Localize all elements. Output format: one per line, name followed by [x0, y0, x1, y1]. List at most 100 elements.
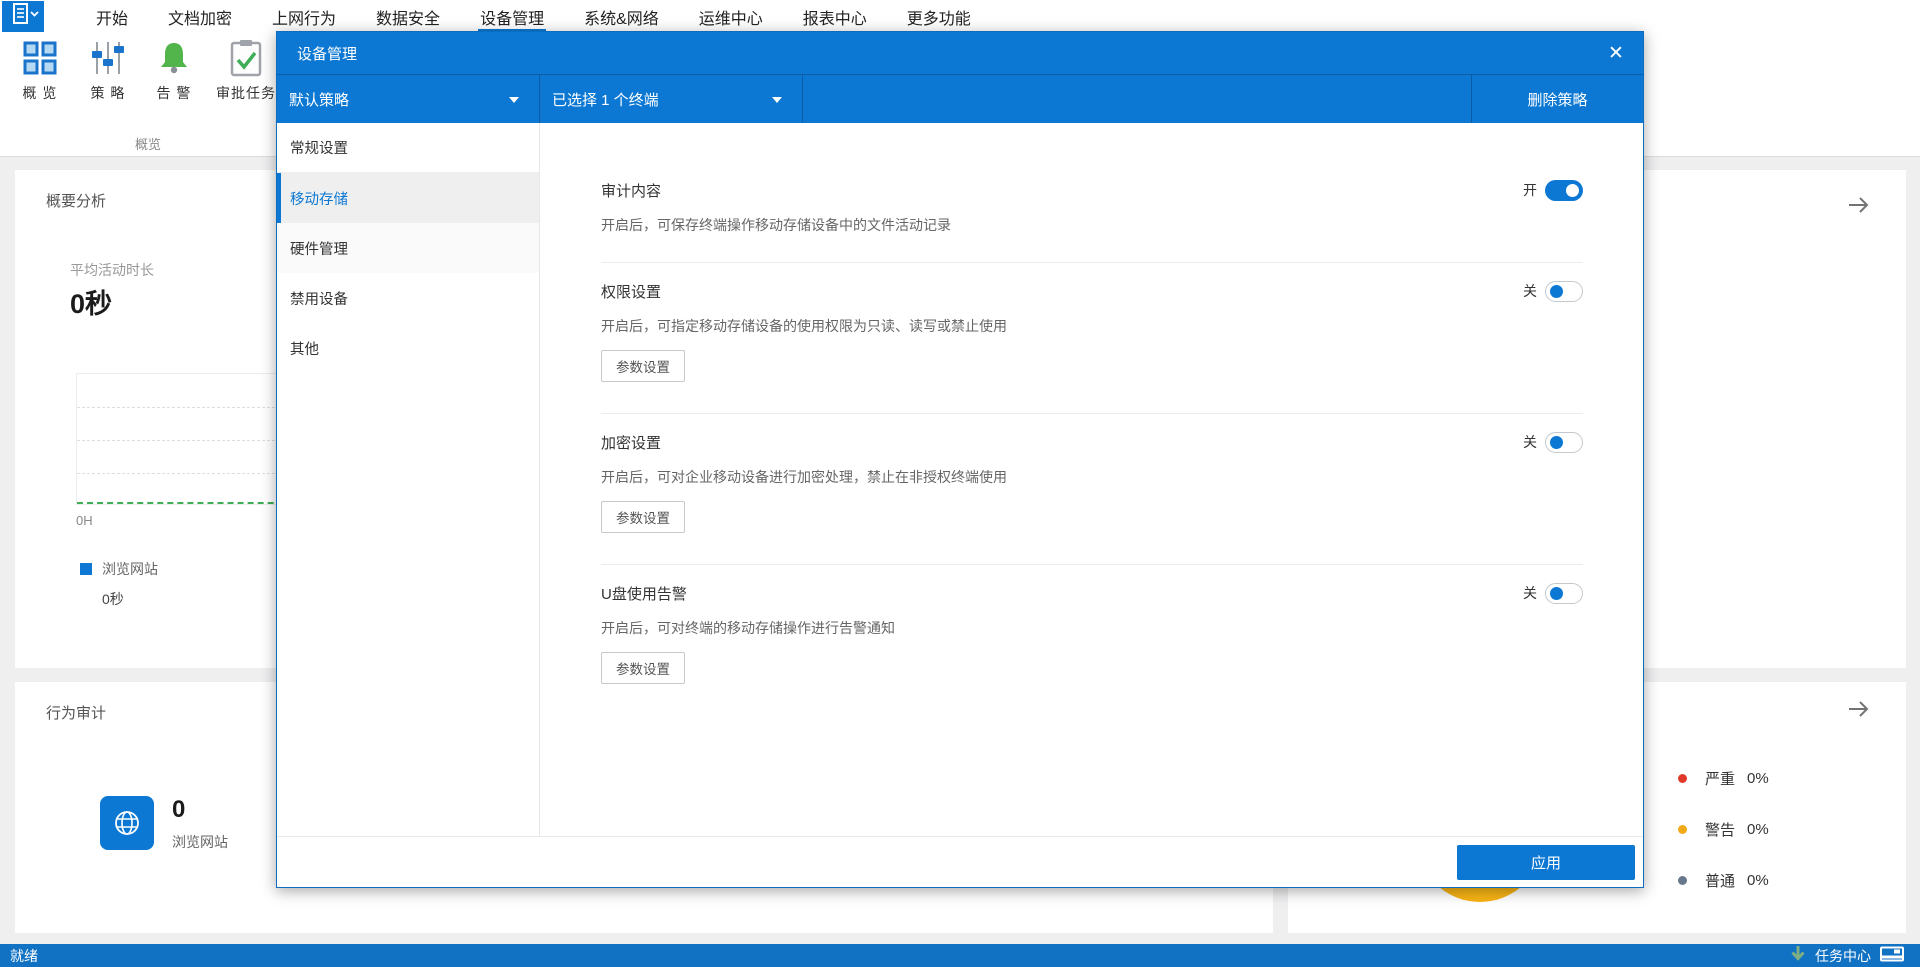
delete-policy-button[interactable]: 删除策略	[1471, 75, 1643, 123]
chevron-down-icon	[772, 97, 782, 103]
app-menu-button[interactable]	[2, 1, 44, 32]
toggle-state-label-audit-content: 开	[1523, 182, 1537, 198]
chevron-down-icon	[509, 97, 519, 103]
dialog-footer: 应用	[277, 836, 1643, 887]
policy-dropdown[interactable]: 默认策略	[277, 75, 540, 123]
tool-policy[interactable]: 策 略	[74, 39, 142, 103]
menu-item-web-behavior[interactable]: 上网行为	[272, 0, 336, 34]
menu-item-data-security[interactable]: 数据安全	[376, 0, 440, 34]
section-title-audit-content: 审计内容	[601, 182, 662, 200]
toggle-state-label-permission-settings: 关	[1523, 283, 1537, 299]
audit-content-toggle[interactable]	[1545, 179, 1583, 201]
statusbar: 就绪 任务中心	[0, 944, 1920, 967]
usb-usage-alert-param-settings-button[interactable]: 参数设置	[601, 652, 685, 684]
tool-label-alert: 告 警	[156, 85, 192, 101]
legend-swatch-browse	[80, 563, 92, 575]
device-management-dialog: 设备管理 ✕ 默认策略 已选择 1 个终端 删除策略 常规设置 移动存储 硬件管理禁…	[276, 31, 1644, 888]
task-center-button[interactable]: 任务中心	[1790, 945, 1920, 966]
section-head-encryption-settings: 加密设置 关	[601, 431, 1583, 453]
grid-icon	[6, 39, 74, 77]
arrow-right-icon[interactable]	[1846, 192, 1872, 223]
toggle-group-encryption-settings: 关	[1523, 431, 1583, 453]
level-value-warning: 0%	[1747, 820, 1769, 838]
menubar-items: 开始 文档加密 上网行为 数据安全 设备管理 系统&网络 运维中心 报表中心 更多功能	[44, 0, 991, 34]
menu-item-system-network[interactable]: 系统&网络	[584, 0, 659, 34]
level-dot-normal	[1678, 875, 1687, 885]
ribbon-group-label: 概览	[134, 137, 161, 152]
toggle-knob	[1550, 435, 1563, 449]
section-head-audit-content: 审计内容 开	[601, 179, 1583, 201]
nav-item-general-settings[interactable]: 常规设置	[277, 123, 539, 173]
apply-button[interactable]: 应用	[1457, 845, 1635, 880]
level-dot-critical	[1678, 773, 1687, 783]
close-icon[interactable]: ✕	[1603, 40, 1629, 66]
menu-item-more-features[interactable]: 更多功能	[907, 0, 971, 34]
encryption-settings-param-settings-button[interactable]: 参数设置	[601, 501, 685, 533]
summary-card-title: 概要分析	[46, 193, 107, 210]
menu-item-device-management[interactable]: 设备管理	[478, 0, 547, 34]
app-logo-icon	[6, 1, 40, 32]
menu-item-start[interactable]: 开始	[96, 0, 128, 34]
tool-overview[interactable]: 概 览	[6, 39, 74, 103]
nav-item-disabled-devices[interactable]: 禁用设备	[277, 273, 539, 323]
section-encryption-settings: 加密设置 关开启后，可对企业移动设备进行加密处理，禁止在非授权终端使用 参数设置	[601, 414, 1583, 565]
usb-usage-alert-toggle[interactable]	[1545, 582, 1583, 604]
tool-approval[interactable]: 审批任务	[212, 39, 280, 103]
dialog-titlebar: 设备管理 ✕	[277, 32, 1643, 74]
section-audit-content: 审计内容 开开启后，可保存终端操作移动存储设备中的文件活动记录	[601, 123, 1583, 263]
section-title-usb-usage-alert: U盘使用告警	[601, 585, 687, 603]
download-icon	[1790, 945, 1806, 966]
clipboard-check-icon	[212, 39, 280, 77]
status-text: 就绪	[10, 947, 38, 964]
dialog-title: 设备管理	[297, 45, 358, 63]
level-value-normal: 0%	[1747, 871, 1769, 889]
encryption-settings-toggle[interactable]	[1545, 431, 1583, 453]
terminal-dropdown[interactable]: 已选择 1 个终端	[540, 75, 803, 123]
level-name-normal: 普通	[1705, 872, 1736, 890]
browse-count-value: 0	[172, 796, 186, 823]
section-desc-usb-usage-alert: 开启后，可对终端的移动存储操作进行告警通知	[601, 620, 895, 636]
section-title-encryption-settings: 加密设置	[601, 434, 662, 452]
permission-settings-toggle[interactable]	[1545, 280, 1583, 302]
task-center-label: 任务中心	[1815, 947, 1871, 964]
dialog-toolbar: 默认策略 已选择 1 个终端 删除策略	[277, 74, 1643, 123]
section-head-permission-settings: 权限设置 关	[601, 280, 1583, 302]
toggle-state-label-usb-usage-alert: 关	[1523, 585, 1537, 601]
menu-item-ops-center[interactable]: 运维中心	[699, 0, 763, 34]
dialog-content: 审计内容开开启后，可保存终端操作移动存储设备中的文件活动记录 权限设置关开启后，可…	[540, 123, 1643, 836]
nav-item-removable-storage[interactable]: 移动存储	[277, 173, 539, 223]
level-value-critical: 0%	[1747, 769, 1769, 787]
alarm-legend: 严重 0% 警告 0% 普通 0%	[1678, 768, 1769, 890]
menubar: 开始 文档加密 上网行为 数据安全 设备管理 系统&网络 运维中心 报表中心 更多功能	[0, 0, 1920, 34]
menu-item-report-center[interactable]: 报表中心	[803, 0, 867, 34]
nav-item-other[interactable]: 其他	[277, 323, 539, 373]
audit-card-title: 行为审计	[46, 705, 107, 722]
legend-label-browse: 浏览网站	[102, 561, 158, 577]
toggle-group-usb-usage-alert: 关	[1523, 582, 1583, 604]
browse-count-label: 浏览网站	[172, 834, 228, 850]
section-desc-audit-content: 开启后，可保存终端操作移动存储设备中的文件活动记录	[601, 217, 951, 233]
alarm-level-normal: 普通 0%	[1678, 870, 1769, 890]
level-name-warning: 警告	[1705, 821, 1736, 839]
legend-value-browse: 0秒	[102, 591, 124, 607]
screen: 开始 文档加密 上网行为 数据安全 设备管理 系统&网络 运维中心 报表中心 更多功能 概 览策…	[0, 0, 1920, 967]
bell-icon	[140, 39, 208, 77]
menu-item-doc-encrypt[interactable]: 文档加密	[168, 0, 232, 34]
sliders-icon	[74, 39, 142, 77]
tool-label-overview: 概 览	[22, 85, 58, 101]
section-usb-usage-alert: U盘使用告警 关开启后，可对终端的移动存储操作进行告警通知参数设置	[601, 565, 1583, 715]
toggle-knob	[1550, 284, 1563, 298]
policy-dropdown-value: 默认策略	[289, 91, 350, 109]
section-permission-settings: 权限设置 关开启后，可指定移动存储设备的使用权限为只读、读写或禁止使用 参数设置	[601, 263, 1583, 414]
level-dot-warning	[1678, 824, 1687, 834]
arrow-right-icon[interactable]	[1846, 696, 1872, 727]
monitor-icon	[1880, 946, 1904, 965]
terminal-dropdown-value: 已选择 1 个终端	[552, 91, 659, 109]
permission-settings-param-settings-button[interactable]: 参数设置	[601, 350, 685, 382]
toggle-knob	[1550, 586, 1563, 600]
toggle-group-permission-settings: 关	[1523, 280, 1583, 302]
section-title-permission-settings: 权限设置	[601, 283, 662, 301]
toggle-group-audit-content: 开	[1523, 179, 1583, 201]
tool-alert[interactable]: 告 警	[140, 39, 208, 103]
nav-item-hardware-management[interactable]: 硬件管理	[277, 223, 539, 273]
